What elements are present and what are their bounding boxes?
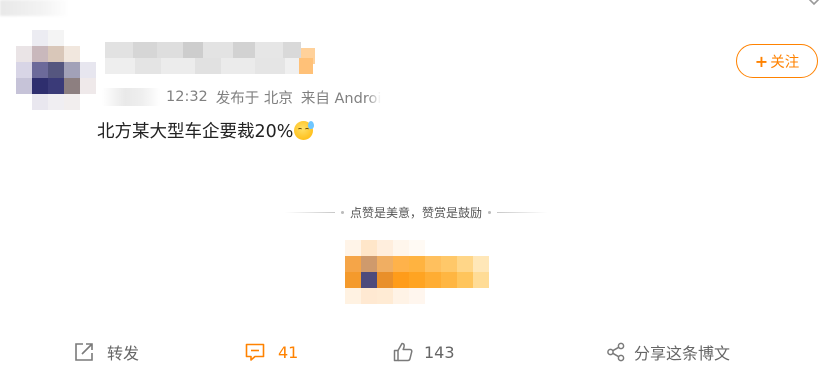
like-count: 143: [424, 342, 455, 362]
thumbs-up-icon: [393, 342, 413, 362]
like-button[interactable]: 143: [392, 332, 455, 372]
date-blurred: [102, 88, 160, 106]
divider-right: [497, 211, 547, 213]
weibo-post-card: 12:32 发布于 北京 来自 Androi + 关注 北方某大型车企要裁20%…: [0, 0, 831, 381]
divider-left: [284, 211, 335, 213]
divider-dot: [340, 210, 344, 214]
avatar[interactable]: [16, 30, 96, 110]
plus-icon: +: [754, 51, 769, 71]
share-label: 分享这条博文: [634, 344, 731, 363]
follow-button[interactable]: + 关注: [736, 44, 818, 78]
repost-icon: [75, 343, 93, 361]
previous-item-blur: [0, 0, 70, 16]
sweat-drop: [308, 121, 315, 129]
repost-button[interactable]: 转发: [73, 332, 139, 372]
reward-slogan: 点赞是美意，赞赏是鼓励: [266, 202, 566, 222]
post-location: 发布于 北京: [215, 90, 293, 107]
sweat-smile-emoji-icon: [294, 121, 315, 140]
divider-dot: [488, 210, 491, 214]
source-fade: [367, 87, 382, 107]
reward-slogan-text: 点赞是美意，赞赏是鼓励: [349, 205, 482, 220]
share-icon: [607, 342, 625, 362]
chevron-down-icon[interactable]: [807, 0, 821, 8]
comment-icon: [245, 343, 265, 361]
comment-button[interactable]: 41: [244, 332, 298, 372]
reward-button[interactable]: [345, 240, 500, 304]
username-blurred[interactable]: [105, 42, 335, 78]
post-meta: 12:32 发布于 北京 来自 Androi: [102, 86, 382, 108]
follow-label: 关注: [770, 54, 800, 71]
comment-count: 41: [278, 342, 299, 362]
post-text: 北方某大型车企要裁20%: [97, 122, 294, 142]
share-button[interactable]: 分享这条博文: [606, 332, 730, 372]
action-bar: 转发 41 143 分享这条博文: [0, 332, 831, 372]
post-time[interactable]: 12:32: [166, 89, 208, 105]
post-content: 北方某大型车企要裁20%: [97, 118, 315, 143]
repost-label: 转发: [107, 344, 140, 363]
